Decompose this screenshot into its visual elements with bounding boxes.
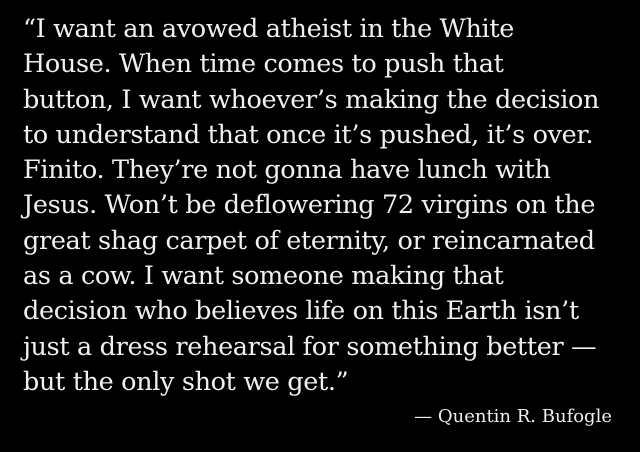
quote-line-9: decision who believes life on this Earth… bbox=[23, 296, 579, 327]
quote-line-3: button, I want whoever’s making the deci… bbox=[23, 84, 600, 115]
quote-line-8: as a cow. I want someone making that bbox=[23, 261, 504, 292]
quote-line-5: Finito. They’re not gonna have lunch wit… bbox=[23, 155, 551, 186]
quote-line-1: “I want an avowed atheist in the White bbox=[23, 14, 514, 44]
quote-attribution: — Quentin R. Bufogle bbox=[414, 406, 612, 427]
quote-line-6: Jesus. Won’t be deflowering 72 virgins o… bbox=[23, 190, 596, 221]
quote-line-2: House. When time comes to push that bbox=[23, 49, 504, 80]
quote-line-4: to understand that once it’s pushed, it’… bbox=[23, 119, 594, 150]
quote-text: “I want an avowed atheist in the White H… bbox=[23, 12, 623, 400]
quote-card: “I want an avowed atheist in the White H… bbox=[0, 0, 640, 452]
quote-line-7: great shag carpet of eternity, or reinca… bbox=[23, 225, 595, 256]
quote-line-10: just a dress rehearsal for something bet… bbox=[23, 331, 597, 362]
quote-line-11: but the only shot we get.” bbox=[23, 366, 349, 397]
